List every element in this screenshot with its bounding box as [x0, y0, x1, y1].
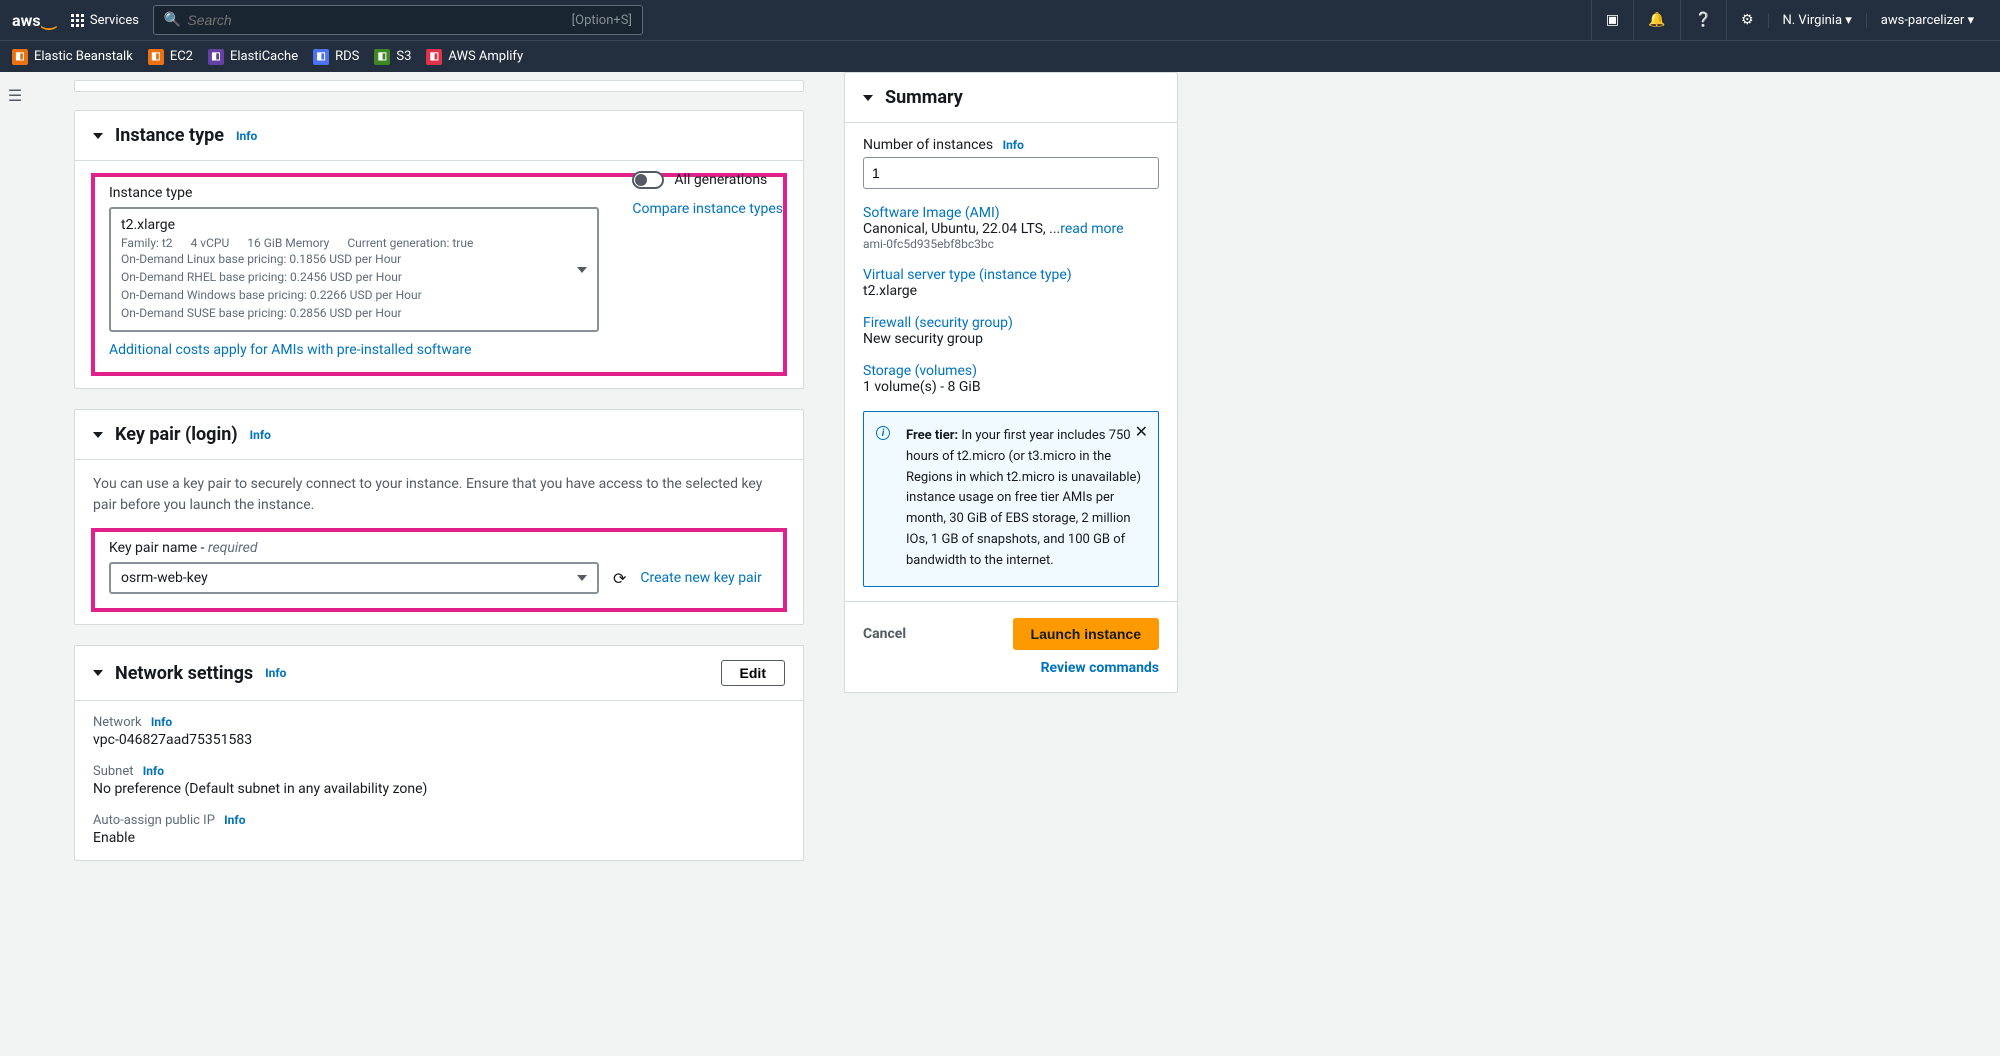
network-label: Network Info [93, 715, 785, 730]
settings-icon[interactable]: ⚙ [1726, 0, 1768, 40]
instance-type-title: Instance type [115, 125, 224, 146]
search-shortcut: [Option+S] [572, 13, 632, 28]
autoip-label: Auto-assign public IP Info [93, 813, 785, 828]
cloudshell-icon[interactable]: ▣ [1591, 0, 1633, 40]
num-instances-input[interactable] [863, 157, 1159, 189]
info-icon: i [876, 426, 890, 440]
keypair-panel: Key pair (login) Info You can use a key … [74, 409, 804, 625]
info-link[interactable]: Info [1003, 138, 1024, 152]
keypair-label: Key pair name - required [109, 540, 769, 556]
firewall-link[interactable]: Firewall (security group) [863, 315, 1159, 331]
collapse-icon[interactable] [93, 432, 103, 438]
info-link[interactable]: Info [151, 715, 172, 729]
ami-link[interactable]: Software Image (AMI) [863, 205, 1159, 221]
keypair-title: Key pair (login) [115, 424, 238, 445]
info-link[interactable]: Info [224, 813, 245, 827]
instance-type-select[interactable]: t2.xlarge Family: t2 4 vCPU 16 GiB Memor… [109, 207, 599, 332]
fav-elasticache[interactable]: ◧ElastiCache [208, 49, 298, 65]
subnet-label: Subnet Info [93, 764, 785, 779]
keypair-select[interactable]: osrm-web-key [109, 562, 599, 594]
cancel-button[interactable]: Cancel [863, 626, 906, 642]
help-icon[interactable]: ❔ [1680, 0, 1726, 40]
search-icon: 🔍 [164, 12, 181, 28]
all-generations-label: All generations [674, 172, 767, 188]
keypair-highlight: Key pair name - required osrm-web-key ⟳ … [91, 528, 787, 612]
info-link[interactable]: Info [236, 129, 257, 143]
vst-value: t2.xlarge [863, 283, 1159, 299]
collapse-icon[interactable] [93, 133, 103, 139]
fav-rds[interactable]: ◧RDS [313, 49, 359, 65]
summary-panel: Summary Number of instances Info Softwar… [844, 72, 1178, 693]
edit-button[interactable]: Edit [721, 660, 785, 686]
services-label: Services [90, 13, 139, 28]
ami-value: Canonical, Ubuntu, 22.04 LTS, ...read mo… [863, 221, 1159, 237]
num-instances-label: Number of instances [863, 137, 993, 153]
free-tier-text: Free tier: In your first year includes 7… [906, 426, 1144, 572]
firewall-value: New security group [863, 331, 1159, 347]
keypair-description: You can use a key pair to securely conne… [93, 474, 785, 516]
info-link[interactable]: Info [143, 764, 164, 778]
free-tier-notice: i ✕ Free tier: In your first year includ… [863, 411, 1159, 587]
summary-title: Summary [885, 87, 963, 108]
storage-link[interactable]: Storage (volumes) [863, 363, 1159, 379]
compare-instance-types-link[interactable]: Compare instance types [632, 201, 783, 217]
collapse-icon[interactable] [93, 670, 103, 676]
additional-costs-link[interactable]: Additional costs apply for AMIs with pre… [109, 342, 769, 358]
ami-id: ami-0fc5d935ebf8bc3bc [863, 237, 1159, 251]
info-link[interactable]: Info [265, 666, 286, 680]
network-value: vpc-046827aad75351583 [93, 732, 785, 748]
launch-instance-button[interactable]: Launch instance [1013, 618, 1159, 650]
fav-elastic-beanstalk[interactable]: ◧Elastic Beanstalk [12, 49, 133, 65]
chevron-down-icon [577, 267, 587, 273]
favorites-bar: ◧Elastic Beanstalk ◧EC2 ◧ElastiCache ◧RD… [0, 40, 2000, 72]
refresh-icon[interactable]: ⟳ [613, 569, 626, 588]
info-link[interactable]: Info [250, 428, 271, 442]
network-title: Network settings [115, 663, 253, 684]
vst-link[interactable]: Virtual server type (instance type) [863, 267, 1159, 283]
read-more-link[interactable]: read more [1060, 221, 1123, 237]
chevron-down-icon [577, 575, 587, 581]
fav-s3[interactable]: ◧S3 [374, 49, 411, 65]
network-panel: Network settings Info Edit Network Info … [74, 645, 804, 861]
collapse-icon[interactable] [863, 95, 873, 101]
fav-amplify[interactable]: ◧AWS Amplify [426, 49, 523, 65]
create-keypair-link[interactable]: Create new key pair [640, 570, 761, 586]
account-menu[interactable]: aws-parcelizer ▾ [1866, 13, 1988, 28]
subnet-value: No preference (Default subnet in any ava… [93, 781, 785, 797]
close-icon[interactable]: ✕ [1135, 422, 1148, 441]
top-navbar: aws⏝ Services 🔍 [Option+S] ▣ 🔔 ❔ ⚙ N. Vi… [0, 0, 2000, 40]
grid-icon [71, 14, 84, 27]
previous-panel-edge [74, 80, 804, 92]
aws-logo[interactable]: aws⏝ [12, 10, 57, 30]
review-commands-link[interactable]: Review commands [863, 660, 1159, 676]
autoip-value: Enable [93, 830, 785, 846]
region-selector[interactable]: N. Virginia ▾ [1768, 13, 1866, 28]
services-menu[interactable]: Services [71, 13, 139, 28]
search-input[interactable] [187, 12, 571, 28]
sidebar-toggle[interactable]: ☰ [0, 72, 30, 911]
notifications-icon[interactable]: 🔔 [1633, 0, 1679, 40]
storage-value: 1 volume(s) - 8 GiB [863, 379, 1159, 395]
search-box[interactable]: 🔍 [Option+S] [153, 5, 643, 35]
instance-type-panel: Instance type Info Instance type t2.xlar… [74, 110, 804, 389]
instance-type-selected: t2.xlarge [121, 217, 565, 233]
fav-ec2[interactable]: ◧EC2 [148, 49, 193, 65]
all-generations-toggle[interactable] [632, 171, 664, 189]
